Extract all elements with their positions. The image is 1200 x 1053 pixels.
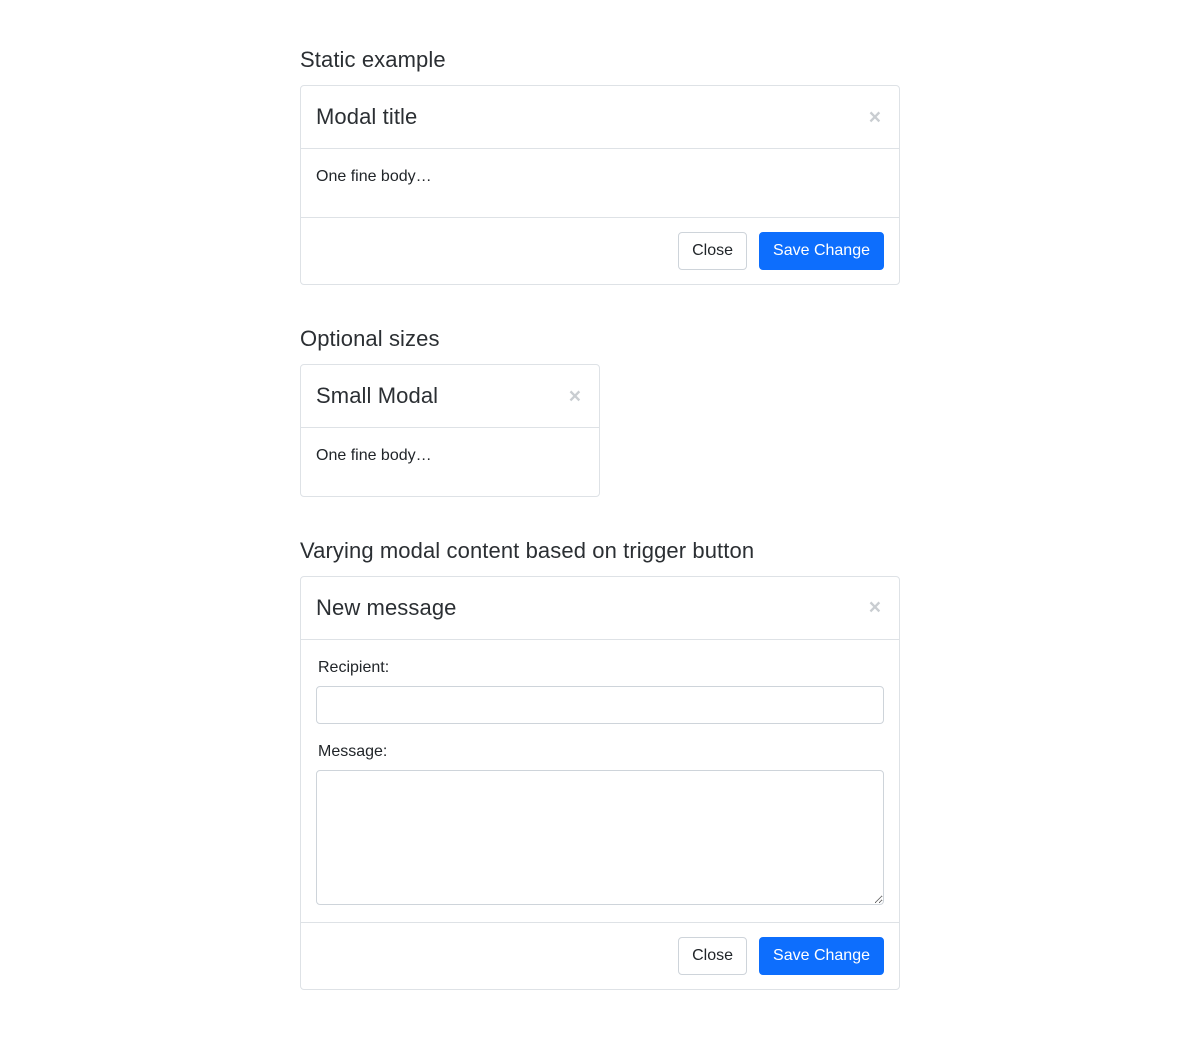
modal-title: Modal title — [316, 104, 418, 130]
close-icon[interactable]: × — [567, 386, 583, 407]
save-change-button[interactable]: Save Change — [759, 231, 884, 270]
section-heading-static-example: Static example — [300, 47, 446, 72]
message-label: Message: — [318, 742, 388, 760]
modal-title-small: Small Modal — [316, 383, 439, 409]
modal-body: One fine body… — [301, 149, 899, 217]
modal-body-small: One fine body… — [301, 428, 599, 496]
section-static-example: Static example Modal title × One fine bo… — [300, 47, 900, 285]
modal-footer: Close Save Change — [301, 216, 899, 284]
recipient-label: Recipient: — [318, 658, 390, 676]
modal-header: Modal title × — [301, 86, 899, 149]
close-icon[interactable]: × — [867, 107, 883, 128]
modal-body-text: One fine body… — [316, 446, 432, 464]
modal-body-text: One fine body… — [316, 167, 432, 185]
section-varying-content: Varying modal content based on trigger b… — [300, 538, 900, 990]
close-icon[interactable]: × — [867, 597, 883, 618]
modal-header-small: Small Modal × — [301, 365, 599, 428]
modal-static-example: Modal title × One fine body… Close Save … — [300, 85, 900, 285]
section-heading-varying-content: Varying modal content based on trigger b… — [300, 537, 755, 563]
modal-small: Small Modal × One fine body… — [300, 364, 600, 497]
recipient-field-group: Recipient: — [316, 656, 884, 724]
close-button[interactable]: Close — [678, 231, 748, 270]
modal-header-new-message: New message × — [301, 577, 899, 640]
modal-footer-new-message: Close Save Change — [301, 921, 899, 989]
modal-new-message: New message × Recipient: Message: Close … — [300, 576, 900, 990]
recipient-input[interactable] — [316, 685, 884, 724]
page-container: Static example Modal title × One fine bo… — [300, 0, 900, 990]
modal-body-new-message: Recipient: Message: — [301, 640, 899, 922]
save-change-button[interactable]: Save Change — [759, 936, 884, 975]
section-optional-sizes: Optional sizes Small Modal × One fine bo… — [300, 326, 900, 497]
close-button[interactable]: Close — [678, 936, 748, 975]
message-field-group: Message: — [316, 740, 884, 905]
message-textarea[interactable] — [316, 769, 884, 905]
modal-title-new-message: New message — [316, 595, 457, 621]
section-heading-optional-sizes: Optional sizes — [300, 325, 440, 351]
